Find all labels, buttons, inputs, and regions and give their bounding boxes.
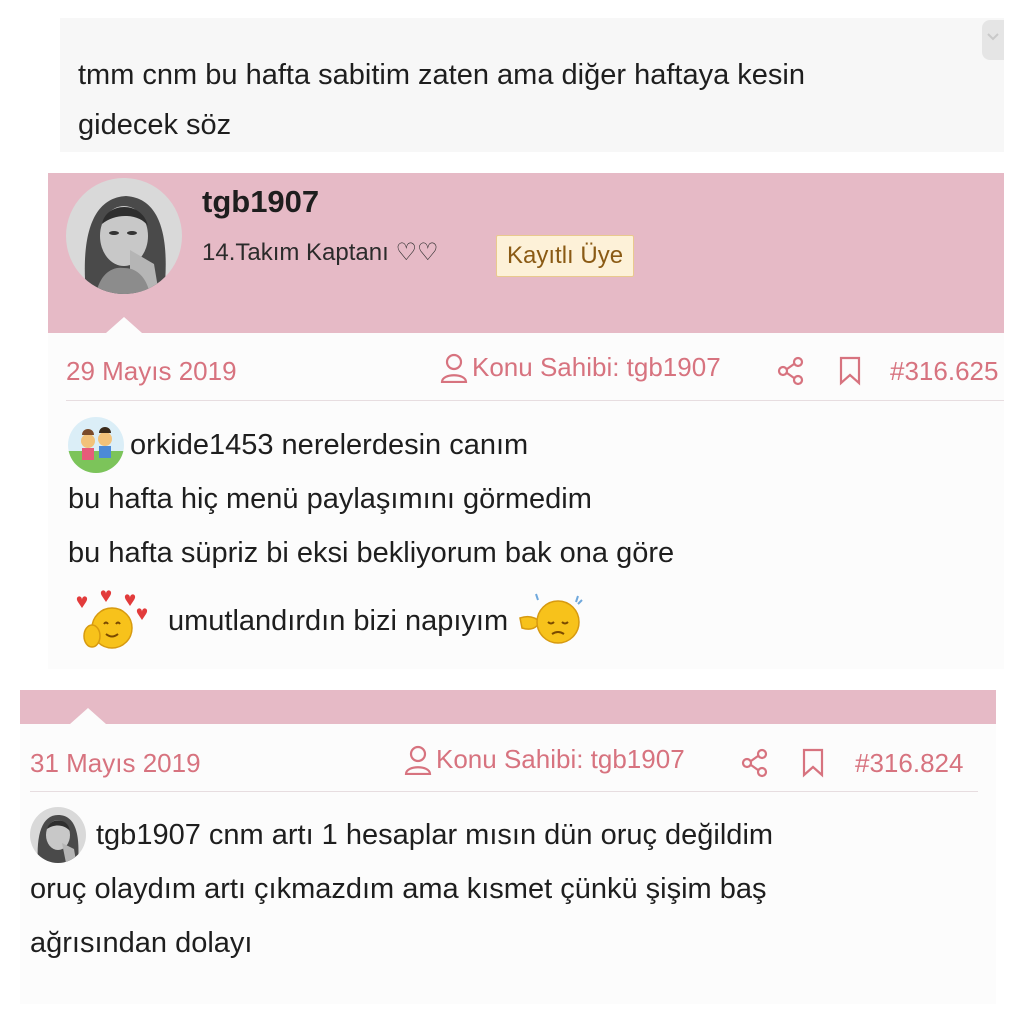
- post-1-owner[interactable]: Konu Sahibi: tgb1907: [440, 352, 721, 383]
- share-icon: [777, 356, 804, 386]
- post-1-line-2: bu hafta hiç menü paylaşımını görmedim: [68, 483, 592, 515]
- post-1-line-4: umutlandırdın bizi napıyım: [168, 605, 509, 637]
- bookmark-icon: [802, 748, 824, 778]
- post-1-username[interactable]: tgb1907: [202, 184, 319, 220]
- avatar-image: [68, 417, 124, 473]
- avatar[interactable]: [66, 178, 182, 294]
- mention-link[interactable]: tgb1907: [96, 808, 201, 862]
- post-2-number[interactable]: #316.824: [855, 748, 963, 779]
- hearts-smiley-icon: [68, 588, 152, 654]
- post-1-date[interactable]: 29 Mayıs 2019: [66, 356, 237, 387]
- post-1-body: orkide1453 nerelerdesin canım bu hafta h…: [68, 417, 998, 658]
- post-2-date[interactable]: 31 Mayıs 2019: [30, 748, 201, 779]
- post-2-owner-label: Konu Sahibi: tgb1907: [436, 744, 685, 774]
- quoted-message-text: tmm cnm bu hafta sabitim zaten ama diğer…: [78, 50, 998, 150]
- avatar[interactable]: [68, 417, 124, 473]
- avatar-image: [66, 178, 182, 294]
- bookmark-icon: [839, 356, 861, 386]
- post-1-owner-label: Konu Sahibi: tgb1907: [472, 352, 721, 382]
- avatar[interactable]: [30, 807, 86, 863]
- post-1-line-3: bu hafta süpriz bi eksi bekliyorum bak o…: [68, 537, 675, 569]
- divider: [30, 791, 978, 792]
- post-2-share-button[interactable]: [740, 748, 770, 783]
- post-2-line-1-text: cnm artı 1 hesaplar mısın dün oruç değil…: [200, 819, 774, 851]
- user-icon: [440, 353, 468, 383]
- post-1-bookmark-button[interactable]: [838, 356, 862, 391]
- post-2-bookmark-button[interactable]: [801, 748, 825, 783]
- post-1-line-1: orkide1453 nerelerdesin canım: [68, 417, 998, 473]
- post-1-user-title: 14.Takım Kaptanı ♡♡: [202, 239, 439, 266]
- post-1-line-4-row: umutlandırdın bizi napıyım: [68, 584, 998, 658]
- post-2-body: tgb1907 cnm artı 1 hesaplar mısın dün or…: [30, 807, 990, 970]
- status-badge: Kayıtlı Üye: [496, 235, 635, 277]
- post-2-line-1: tgb1907 cnm artı 1 hesaplar mısın dün or…: [30, 807, 990, 863]
- post-2-line-2: oruç olaydım artı çıkmazdım ama kısmet ç…: [30, 873, 767, 905]
- post-2-user-bar: [20, 690, 996, 724]
- post-2-owner[interactable]: Konu Sahibi: tgb1907: [404, 744, 685, 775]
- user-icon: [404, 745, 432, 775]
- post-1-pointer: [106, 317, 142, 333]
- chevron-icon: [987, 33, 999, 41]
- post-2-pointer: [70, 708, 106, 724]
- divider: [66, 400, 1004, 401]
- avatar-image: [30, 807, 86, 863]
- post-1-number[interactable]: #316.625: [890, 356, 1004, 387]
- post-2-line-3: ağrısından dolayı: [30, 927, 253, 959]
- share-icon: [741, 748, 768, 778]
- post-1-share-button[interactable]: [776, 356, 806, 391]
- sad-smiley-icon: [516, 588, 590, 654]
- post-1-line-1-text: nerelerdesin canım: [273, 429, 529, 461]
- mention-link[interactable]: orkide1453: [130, 418, 274, 472]
- quote-line-2: gidecek söz: [78, 109, 232, 141]
- quote-line-1: tmm cnm bu hafta sabitim zaten ama diğer…: [78, 59, 805, 91]
